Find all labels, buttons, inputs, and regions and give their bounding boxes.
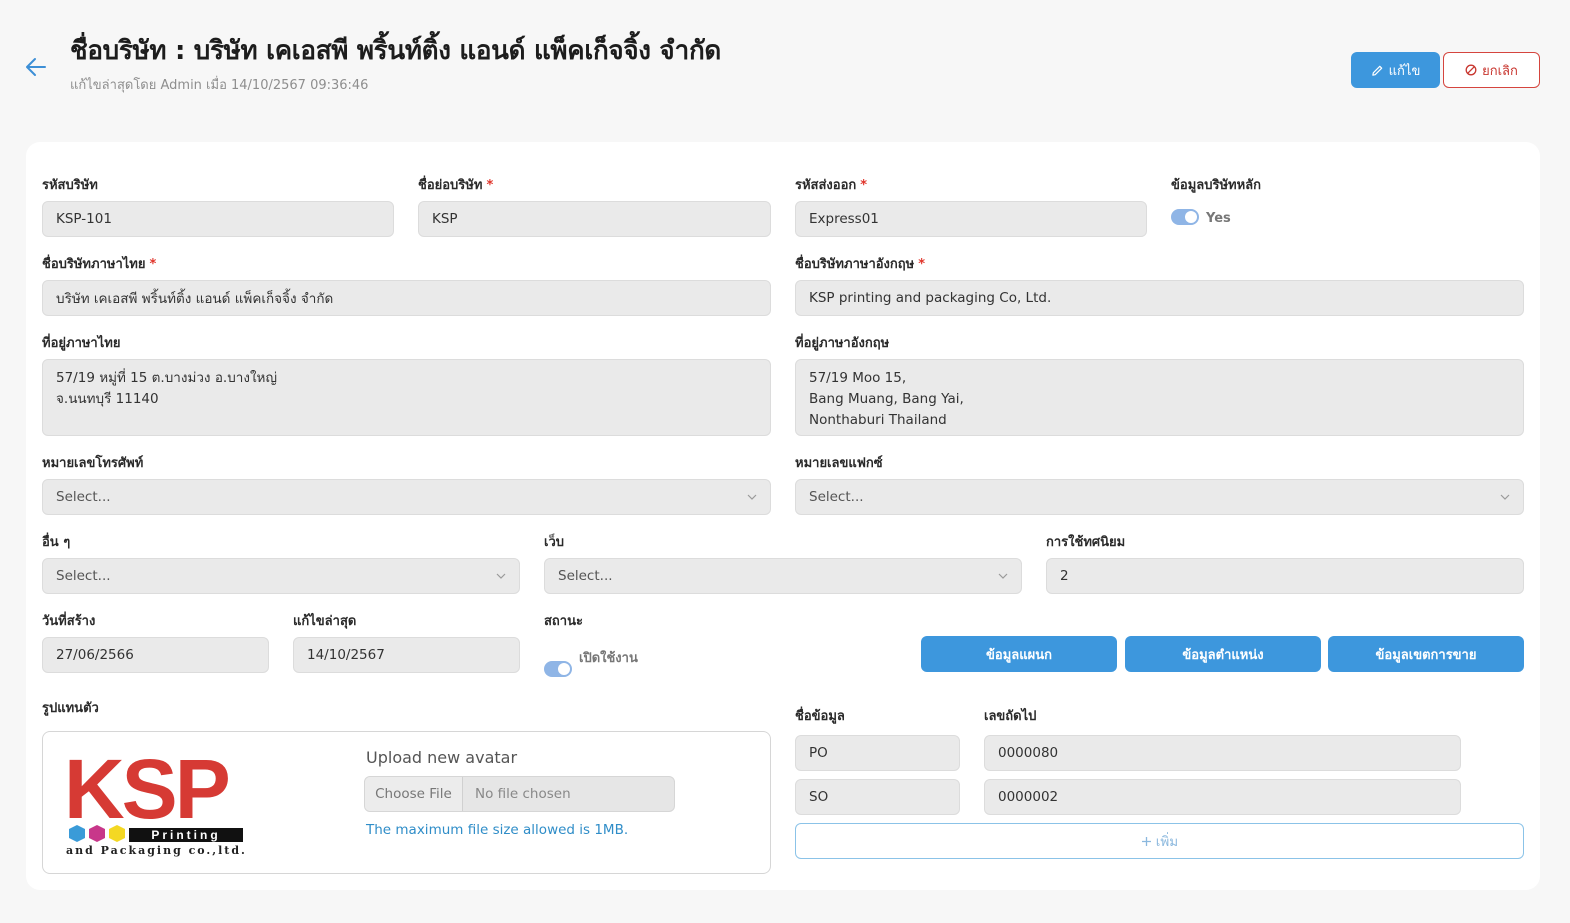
next-number-field[interactable]: 0000002 <box>984 779 1461 815</box>
name-th-label: ชื่อบริษัทภาษาไทย * <box>42 257 157 272</box>
phone-label: หมายเลขโทรศัพท์ <box>42 456 144 471</box>
file-status: No file chosen <box>475 786 571 802</box>
next-number-field[interactable]: 0000080 <box>984 735 1461 771</box>
address-en-label: ที่อยู่ภาษาอังกฤษ <box>795 336 890 351</box>
address-en-line: 57/19 Moo 15, <box>809 370 907 386</box>
other-label: อื่น ๆ <box>42 535 71 550</box>
phone-select-placeholder: Select... <box>56 489 111 505</box>
main-company-label: ข้อมูลบริษัทหลัก <box>1171 178 1262 193</box>
name-th-field[interactable]: บริษัท เคเอสพี พริ้นท์ติ้ง แอนด์ แพ็คเก็… <box>42 280 771 316</box>
edit-button-label: แก้ไข <box>1388 63 1421 79</box>
ksp-logo: KSP Printing and Packaging co.,ltd. <box>64 750 247 857</box>
cancel-button[interactable]: ยกเลิก <box>1443 52 1540 88</box>
doc-name-field[interactable]: PO <box>795 735 960 771</box>
upload-hint: The maximum file size allowed is 1MB. <box>366 822 629 838</box>
short-name-field[interactable]: KSP <box>418 201 771 237</box>
add-row-button[interactable]: เพิ่ม <box>795 823 1524 859</box>
decimal-field[interactable]: 2 <box>1046 558 1524 594</box>
name-en-field[interactable]: KSP printing and packaging Co, Ltd. <box>795 280 1524 316</box>
company-code-field[interactable]: KSP-101 <box>42 201 394 237</box>
page-title: ชื่อบริษัท : บริษัท เคเอสพี พริ้นท์ติ้ง … <box>70 36 721 66</box>
web-select-placeholder: Select... <box>558 568 613 584</box>
position-info-button[interactable]: ข้อมูลตำแหน่ง <box>1125 636 1321 672</box>
web-label: เว็บ <box>544 535 564 550</box>
status-toggle[interactable] <box>544 661 572 677</box>
ban-icon <box>1465 64 1477 76</box>
address-th-textarea[interactable]: 57/19 หมู่ที่ 15 ต.บางม่วง อ.บางใหญ่ จ.น… <box>42 359 771 436</box>
fax-select[interactable]: Select... <box>795 479 1524 515</box>
fax-select-placeholder: Select... <box>809 489 864 505</box>
web-select[interactable]: Select... <box>544 558 1022 594</box>
pencil-icon <box>1371 65 1382 76</box>
status-toggle-text: เปิดใช้งาน <box>579 651 638 666</box>
sales-zone-info-button[interactable]: ข้อมูลเขตการขาย <box>1328 636 1524 672</box>
fax-label: หมายเลขแฟกซ์ <box>795 456 883 471</box>
address-th-line: 57/19 หมู่ที่ 15 ต.บางม่วง อ.บางใหญ่ <box>56 370 277 386</box>
edit-button[interactable]: แก้ไข <box>1351 52 1440 88</box>
short-name-label: ชื่อย่อบริษัท * <box>418 178 494 193</box>
shipping-code-field[interactable]: Express01 <box>795 201 1147 237</box>
address-th-label: ที่อยู่ภาษาไทย <box>42 336 121 351</box>
name-en-label: ชื่อบริษัทภาษาอังกฤษ * <box>795 257 926 272</box>
last-edited-info: แก้ไขล่าสุดโดย Admin เมื่อ 14/10/2567 09… <box>70 78 369 93</box>
main-company-toggle[interactable] <box>1171 209 1199 225</box>
next-number-header: เลขถัดไป <box>984 709 1037 724</box>
created-date-label: วันที่สร้าง <box>42 614 96 629</box>
decimal-label: การใช้ทศนิยม <box>1046 535 1126 550</box>
doc-name-field[interactable]: SO <box>795 779 960 815</box>
logo-sub-text: and Packaging co.,ltd. <box>66 844 247 857</box>
logo-sub-text: Printing <box>151 828 220 842</box>
shipping-code-label: รหัสส่งออก * <box>795 178 868 193</box>
logo-text: KSP <box>64 750 229 836</box>
upload-title: Upload new avatar <box>366 748 518 767</box>
updated-date-label: แก้ไขล่าสุด <box>293 614 357 629</box>
other-select[interactable]: Select... <box>42 558 520 594</box>
file-input[interactable]: Choose File No file chosen <box>364 776 675 812</box>
address-en-line: Bang Muang, Bang Yai, <box>809 391 964 407</box>
avatar-panel: KSP Printing and Packaging co.,ltd. Uplo… <box>42 731 771 874</box>
cancel-button-label: ยกเลิก <box>1482 63 1518 79</box>
avatar-label: รูปแทนตัว <box>42 701 99 716</box>
department-info-button[interactable]: ข้อมูลแผนก <box>921 636 1117 672</box>
status-label: สถานะ <box>544 614 583 629</box>
main-company-toggle-text: Yes <box>1206 211 1231 226</box>
back-arrow-icon[interactable] <box>24 56 48 78</box>
chevron-down-icon <box>747 494 757 500</box>
choose-file-button[interactable]: Choose File <box>365 777 463 811</box>
updated-date-field[interactable]: 14/10/2567 <box>293 637 520 673</box>
other-select-placeholder: Select... <box>56 568 111 584</box>
doc-name-header: ชื่อข้อมูล <box>795 709 845 724</box>
plus-icon <box>1141 836 1151 846</box>
address-th-line: จ.นนทบุรี 11140 <box>56 391 159 407</box>
company-code-label: รหัสบริษัท <box>42 178 98 193</box>
chevron-down-icon <box>1500 494 1510 500</box>
phone-select[interactable]: Select... <box>42 479 771 515</box>
address-en-line: Nonthaburi Thailand <box>809 412 947 428</box>
chevron-down-icon <box>496 573 506 579</box>
address-en-textarea[interactable]: 57/19 Moo 15, Bang Muang, Bang Yai, Nont… <box>795 359 1524 436</box>
chevron-down-icon <box>998 573 1008 579</box>
created-date-field[interactable]: 27/06/2566 <box>42 637 269 673</box>
add-row-label: เพิ่ม <box>1155 834 1179 850</box>
